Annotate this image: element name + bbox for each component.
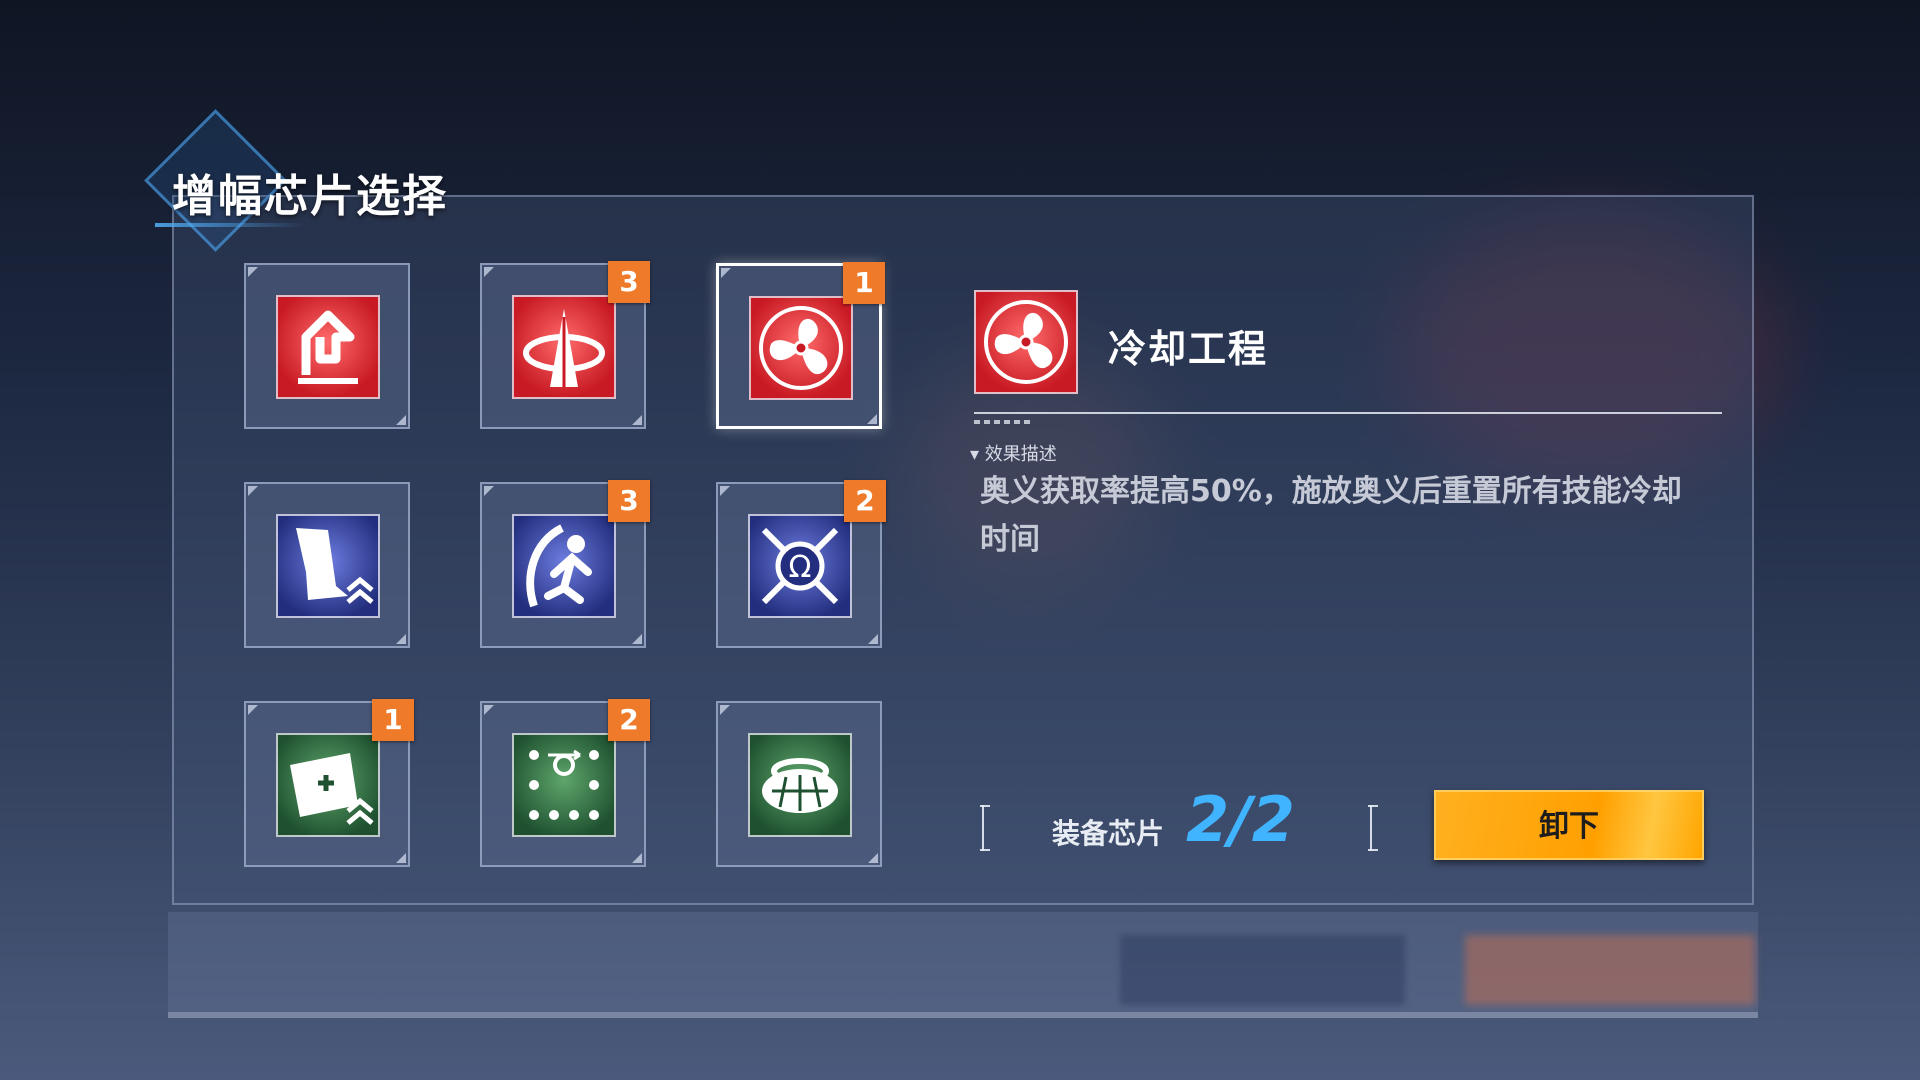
arrow-up-chip-icon bbox=[276, 295, 380, 399]
chip-count-badge: 1 bbox=[843, 262, 885, 304]
selected-chip-fan-icon bbox=[974, 290, 1078, 394]
bracket-left bbox=[980, 805, 992, 851]
chip-count-badge: 3 bbox=[608, 261, 650, 303]
chip-slot[interactable]: 3 bbox=[480, 480, 650, 648]
chip-slot[interactable] bbox=[244, 482, 410, 648]
unload-button[interactable]: 卸下 bbox=[1434, 790, 1704, 860]
fan-chip-icon bbox=[749, 296, 853, 400]
selected-chip-name: 冷却工程 bbox=[1108, 327, 1269, 371]
medkit-chip-icon bbox=[276, 733, 380, 837]
foot-speed-chip-icon bbox=[276, 514, 380, 618]
chip-count-badge: 2 bbox=[844, 480, 886, 522]
page-title: 增幅芯片选择 bbox=[172, 171, 448, 222]
chip-slot[interactable]: 2 bbox=[480, 699, 650, 867]
background-button bbox=[1465, 935, 1755, 1005]
chip-slot[interactable] bbox=[716, 701, 882, 867]
effect-section-label: ▾ 效果描述 bbox=[970, 444, 1057, 465]
background-button bbox=[1120, 935, 1405, 1005]
grid-dots-chip-icon bbox=[512, 733, 616, 837]
chip-slot-selected[interactable]: 1 bbox=[716, 262, 885, 429]
chip-slot[interactable]: Ω 2 bbox=[716, 480, 886, 648]
chip-slot[interactable]: 3 bbox=[480, 261, 650, 429]
bracket-right bbox=[1368, 805, 1380, 851]
effect-description: 奥义获取率提高50%，施放奥义后重置所有技能冷却时间 bbox=[980, 474, 1682, 557]
runner-chip-icon bbox=[512, 514, 616, 618]
chip-count-badge: 3 bbox=[608, 480, 650, 522]
chip-slot[interactable] bbox=[244, 263, 410, 429]
shell-chip-icon bbox=[748, 733, 852, 837]
chip-count-badge: 2 bbox=[608, 699, 650, 741]
title-underline bbox=[155, 223, 305, 227]
equip-chip-label: 装备芯片 bbox=[1052, 817, 1165, 850]
svg-text:Ω: Ω bbox=[789, 550, 812, 585]
equip-chip-count: 2/2 bbox=[1186, 783, 1295, 856]
chip-slot[interactable]: 1 bbox=[244, 699, 414, 867]
divider-dots bbox=[974, 420, 1034, 424]
chip-count-badge: 1 bbox=[372, 699, 414, 741]
tower-chip-icon bbox=[512, 295, 616, 399]
swords-shield-chip-icon: Ω bbox=[748, 514, 852, 618]
divider bbox=[974, 412, 1722, 414]
